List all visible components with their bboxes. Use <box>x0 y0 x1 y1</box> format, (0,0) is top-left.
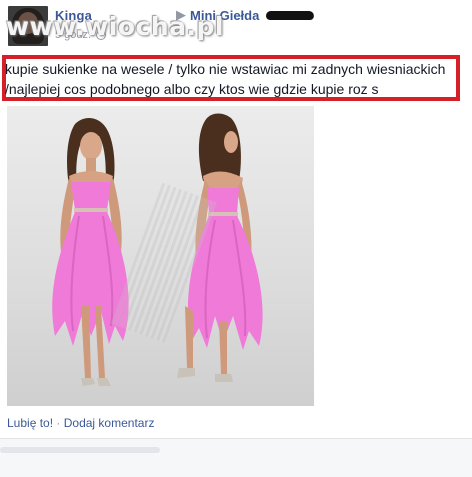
add-comment-link[interactable]: Dodaj komentarz <box>64 416 155 430</box>
avatar-face <box>18 12 38 34</box>
share-arrow-icon: ▶ <box>176 7 186 22</box>
post-photo[interactable] <box>7 106 314 406</box>
post-message: kupie sukienke na wesele / tylko nie wst… <box>5 59 455 99</box>
facebook-post: Kinga ▶ Mini Giełda 5 godz. www.wiocha.p… <box>0 0 472 477</box>
redacted-scribble <box>265 11 315 20</box>
audience-globe-icon[interactable] <box>96 30 106 40</box>
action-separator: · <box>56 416 61 430</box>
author-avatar[interactable] <box>8 6 48 46</box>
model-front <box>52 118 129 386</box>
group-name-link[interactable]: Mini Giełda <box>190 8 259 23</box>
comment-bar-placeholder <box>0 447 160 453</box>
post-timestamp[interactable]: 5 godz. <box>55 29 91 41</box>
author-name-link[interactable]: Kinga <box>55 8 92 23</box>
post-actions: Lubię to! · Dodaj komentarz <box>7 416 154 430</box>
comment-bar <box>0 438 472 477</box>
like-link[interactable]: Lubię to! <box>7 416 53 430</box>
post-message-line-1: kupie sukienke na wesele / tylko nie wst… <box>5 61 446 77</box>
post-message-line-2: /najlepiej cos podobnego albo czy ktos w… <box>5 81 379 97</box>
